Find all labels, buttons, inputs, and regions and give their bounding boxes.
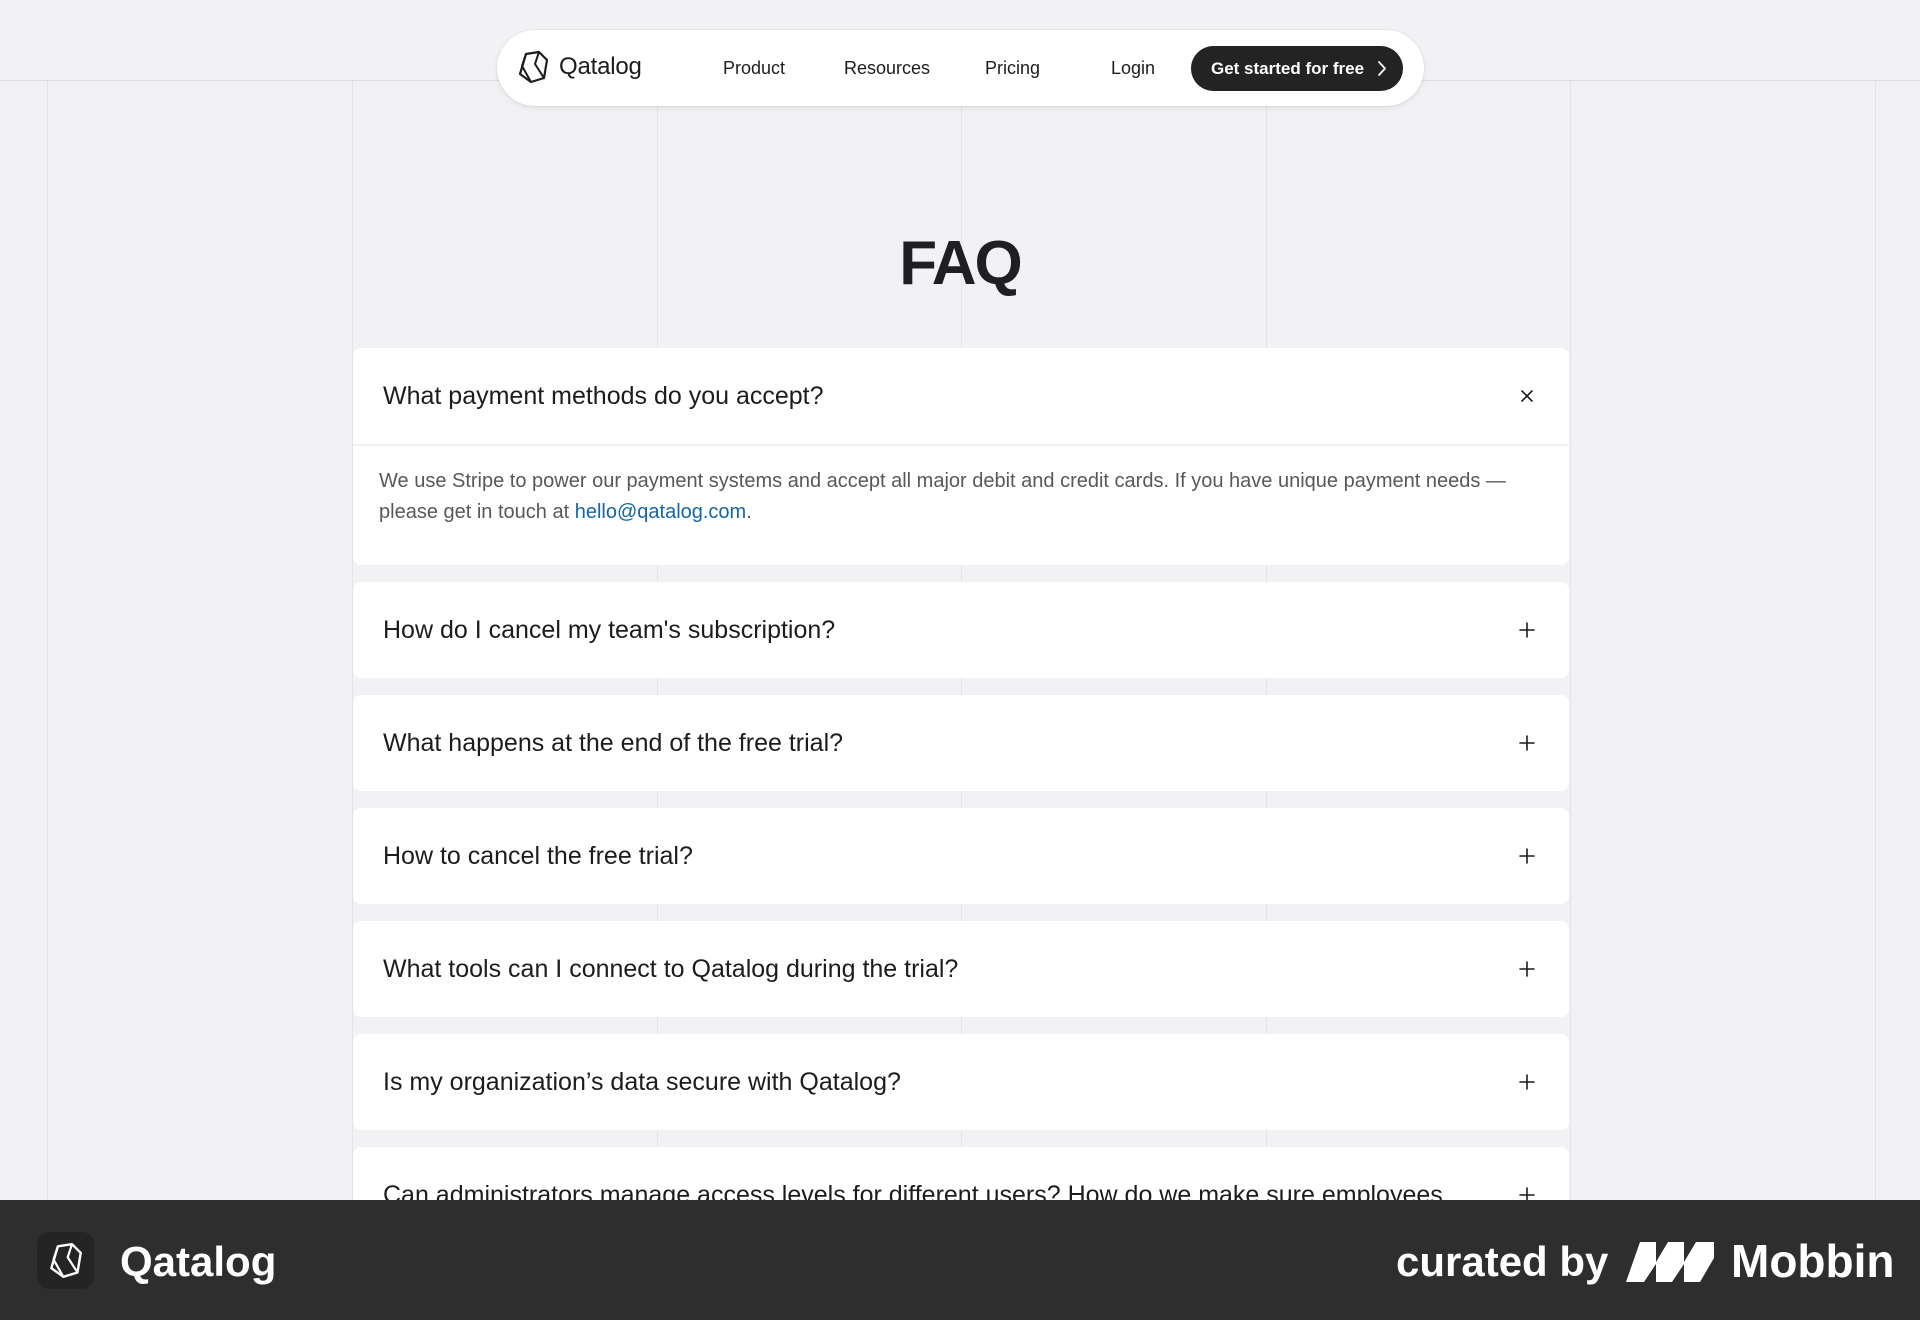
plus-icon[interactable] [1515, 957, 1539, 981]
plus-icon[interactable] [1515, 1070, 1539, 1094]
email-link[interactable]: hello@qatalog.com [575, 501, 747, 523]
faq-item: Is my organization’s data secure with Qa… [353, 1034, 1569, 1130]
faq-item: What payment methods do you accept? We u… [353, 348, 1569, 565]
curated-by-label: curated by [1396, 1238, 1609, 1285]
faq-item: How do I cancel my team's subscription? [353, 582, 1569, 678]
faq-answer-end: . [746, 501, 752, 523]
faq-question-toggle[interactable]: What payment methods do you accept? [353, 348, 1569, 444]
nav-link-login[interactable]: Login [1111, 30, 1155, 106]
faq-question: How do I cancel my team's subscription? [383, 616, 836, 644]
brand-logo-link[interactable]: Qatalog [517, 50, 642, 84]
faq-question-toggle[interactable]: What tools can I connect to Qatalog duri… [353, 921, 1569, 1017]
page: Qatalog Product Resources Pricing Login … [0, 0, 1920, 1320]
page-title: FAQ [899, 229, 1022, 298]
mobbin-name: Mobbin [1731, 1235, 1895, 1287]
brand-name: Qatalog [559, 53, 642, 80]
mobbin-logo-icon [1626, 1242, 1714, 1282]
faq-question: Is my organization’s data secure with Qa… [383, 1068, 901, 1096]
faq-question: What tools can I connect to Qatalog duri… [383, 955, 959, 983]
top-navbar: Qatalog Product Resources Pricing Login … [497, 30, 1424, 106]
faq-item: What tools can I connect to Qatalog duri… [353, 921, 1569, 1017]
faq-question: How to cancel the free trial? [383, 842, 693, 870]
faq-question-toggle[interactable]: What happens at the end of the free tria… [353, 695, 1569, 791]
faq-answer-text: We use Stripe to power our payment syste… [379, 470, 1506, 523]
banner-app-name: Qatalog [120, 1238, 277, 1285]
get-started-button[interactable]: Get started for free [1191, 46, 1403, 91]
plus-icon[interactable] [1515, 618, 1539, 642]
faq-item: What happens at the end of the free tria… [353, 695, 1569, 791]
nav-link-product[interactable]: Product [723, 30, 785, 106]
faq-question-toggle[interactable]: How do I cancel my team's subscription? [353, 582, 1569, 678]
get-started-label: Get started for free [1211, 58, 1365, 78]
mobbin-banner: Qatalog curated by Mobbin [0, 1200, 1920, 1320]
nav-link-resources[interactable]: Resources [844, 30, 930, 106]
faq-question-toggle[interactable]: Is my organization’s data secure with Qa… [353, 1034, 1569, 1130]
nav-link-pricing[interactable]: Pricing [985, 30, 1040, 106]
plus-icon[interactable] [1515, 844, 1539, 868]
chevron-right-icon [1378, 61, 1386, 76]
faq-question: What happens at the end of the free tria… [383, 729, 844, 757]
faq-question: What payment methods do you accept? [383, 382, 824, 410]
close-icon[interactable] [1515, 384, 1539, 408]
faq-answer: We use Stripe to power our payment syste… [353, 446, 1569, 528]
faq-question-toggle[interactable]: How to cancel the free trial? [353, 808, 1569, 904]
qatalog-logo-icon [50, 1242, 82, 1279]
plus-icon[interactable] [1515, 731, 1539, 755]
banner-app-icon [37, 1232, 94, 1289]
faq-item: How to cancel the free trial? [353, 808, 1569, 904]
qatalog-logo-icon [518, 50, 549, 84]
